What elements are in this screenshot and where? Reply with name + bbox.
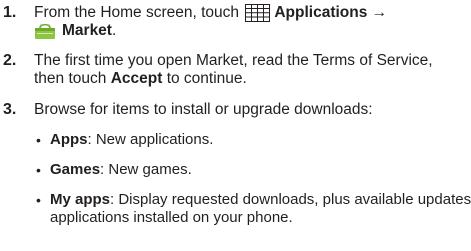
step-number: 1.	[3, 4, 17, 21]
step-line: then touch Accept to continue.	[34, 70, 466, 88]
bullet-label: Games	[50, 161, 101, 178]
step-suffix: to continue.	[162, 70, 247, 87]
bullet-line: applications installed on your phone.	[50, 209, 293, 226]
bullet-text: My apps: Display requested downloads, pl…	[50, 191, 471, 227]
step-number: 3.	[3, 101, 17, 118]
accept-label: Accept	[110, 70, 163, 87]
bullet-mark: •	[36, 132, 41, 148]
bullet-text: Games: New games.	[50, 161, 192, 179]
step-text: The first time you open Market, read the…	[34, 52, 466, 88]
bullet-mark: •	[36, 192, 41, 208]
step-line: The first time you open Market, read the…	[34, 52, 433, 69]
bullet-mark: •	[36, 162, 41, 178]
step-line: From the Home screen, touch Applications…	[34, 4, 466, 22]
applications-label: Applications →	[274, 4, 388, 21]
bullet-label: Apps	[50, 131, 88, 148]
bullet-label: My apps	[50, 191, 111, 208]
step-line: Market.	[34, 22, 466, 40]
bullet-desc: : Display requested downloads, plus avai…	[110, 191, 471, 208]
step-text: Browse for items to install or upgrade d…	[34, 101, 466, 119]
document-page: 1. From the Home screen, touch Applicati…	[0, 0, 471, 251]
bullet-desc: : New games.	[100, 161, 192, 178]
bullet-line: My apps: Display requested downloads, pl…	[50, 191, 471, 209]
applications-grid-icon	[245, 4, 271, 22]
bullet-desc: : New applications.	[87, 131, 214, 148]
bullet-text: Apps: New applications.	[50, 131, 213, 149]
market-bag-icon	[34, 22, 56, 40]
step-suffix: .	[111, 22, 117, 39]
step-text: From the Home screen, touch Applications…	[34, 4, 466, 40]
step-prefix: then touch	[34, 70, 111, 87]
step-number: 2.	[3, 52, 17, 69]
step-line: Browse for items to install or upgrade d…	[34, 101, 373, 118]
step-prefix: From the Home screen, touch	[34, 4, 240, 21]
market-label: Market	[62, 22, 112, 39]
